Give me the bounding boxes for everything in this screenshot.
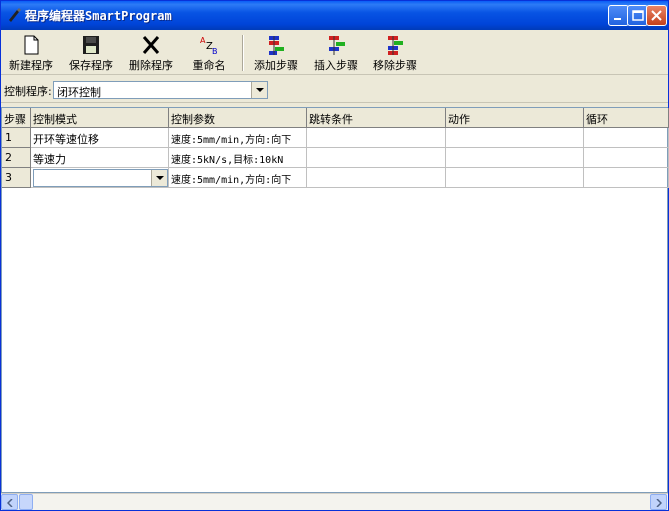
table-cell-mode[interactable]: 开环等速位移	[31, 128, 169, 148]
app-window: 程序编程器SmartProgram 新建程序 保存程序 删除程序 A Z B 重…	[0, 0, 669, 511]
rename-label: 重命名	[192, 59, 226, 72]
new-program-button[interactable]: 新建程序	[7, 34, 55, 74]
mode-select[interactable]	[33, 169, 168, 187]
program-select-dropdown-button[interactable]	[251, 82, 267, 98]
close-button[interactable]	[646, 5, 667, 26]
arrow-right-icon	[656, 499, 662, 507]
save-program-label: 保存程序	[69, 59, 113, 72]
delete-program-button[interactable]: 删除程序	[127, 34, 175, 74]
toolbar-separator	[242, 35, 244, 71]
maximize-icon	[632, 10, 644, 21]
table-cell-action[interactable]	[446, 168, 584, 188]
delete-x-icon	[142, 36, 160, 54]
save-program-button[interactable]: 保存程序	[67, 34, 115, 74]
column-header-loop[interactable]: 循环	[584, 108, 669, 128]
remove-step-label: 移除步骤	[373, 59, 417, 72]
table-cell-params[interactable]: 速度:5mm/min,方向:向下	[169, 168, 307, 188]
title-bar[interactable]: 程序编程器SmartProgram	[1, 1, 668, 30]
insert-step-icon	[329, 36, 345, 55]
delete-program-label: 删除程序	[129, 59, 173, 72]
program-label: 控制程序:	[4, 85, 52, 98]
add-step-icon	[269, 36, 284, 55]
row-header[interactable]: 3	[2, 168, 31, 188]
toolbar: 新建程序 保存程序 删除程序 A Z B 重命名 添加步骤 插入步骤 移除步骤	[1, 30, 668, 75]
table-cell-params[interactable]: 速度:5mm/min,方向:向下	[169, 128, 307, 148]
app-icon	[9, 8, 21, 22]
mode-select-dropdown-button[interactable]	[151, 170, 167, 186]
table-cell-params[interactable]: 速度:5kN/s,目标:10kN	[169, 148, 307, 168]
add-step-button[interactable]: 添加步骤	[252, 34, 300, 74]
maximize-button[interactable]	[627, 5, 648, 26]
arrow-left-icon	[7, 499, 13, 507]
table-cell-action[interactable]	[446, 148, 584, 168]
window-title: 程序编程器SmartProgram	[25, 9, 172, 23]
table-cell-loop[interactable]	[584, 128, 669, 148]
steps-grid[interactable]: 步骤 控制模式 控制参数 跳转条件 动作 循环 1 开环等速位移 速度:5mm/…	[1, 107, 669, 493]
close-icon	[651, 10, 662, 21]
table-cell-action[interactable]	[446, 128, 584, 148]
add-step-label: 添加步骤	[254, 59, 298, 72]
sort-az-icon: A Z B	[200, 36, 218, 56]
table-cell-jump[interactable]	[307, 128, 446, 148]
new-program-label: 新建程序	[9, 59, 53, 72]
table-cell-mode[interactable]: 等速力	[31, 148, 169, 168]
table-cell-jump[interactable]	[307, 168, 446, 188]
scroll-left-button[interactable]	[1, 494, 18, 510]
chevron-down-icon	[156, 176, 164, 180]
remove-step-icon	[388, 36, 403, 55]
table-cell-loop[interactable]	[584, 168, 669, 188]
program-selector-row: 控制程序: 闭环控制	[1, 77, 668, 103]
remove-step-button[interactable]: 移除步骤	[371, 34, 419, 74]
minimize-icon	[614, 18, 621, 20]
insert-step-button[interactable]: 插入步骤	[312, 34, 360, 74]
program-select[interactable]: 闭环控制	[53, 81, 268, 99]
new-document-icon	[24, 35, 39, 55]
program-select-value: 闭环控制	[57, 86, 101, 99]
svg-text:B: B	[212, 47, 218, 56]
insert-step-label: 插入步骤	[314, 59, 358, 72]
scrollbar-thumb[interactable]	[19, 494, 33, 510]
row-header[interactable]: 1	[2, 128, 31, 148]
save-disk-icon	[83, 36, 99, 54]
table-cell-jump[interactable]	[307, 148, 446, 168]
chevron-down-icon	[256, 88, 264, 92]
minimize-button[interactable]	[608, 5, 629, 26]
column-header-action[interactable]: 动作	[446, 108, 584, 128]
column-header-params[interactable]: 控制参数	[169, 108, 307, 128]
rename-button[interactable]: A Z B 重命名	[189, 34, 229, 74]
column-header-mode[interactable]: 控制模式	[31, 108, 169, 128]
row-header[interactable]: 2	[2, 148, 31, 168]
column-header-jump[interactable]: 跳转条件	[307, 108, 446, 128]
table-cell-loop[interactable]	[584, 148, 669, 168]
scroll-right-button[interactable]	[650, 494, 667, 510]
column-header-step[interactable]: 步骤	[2, 108, 31, 128]
horizontal-scrollbar[interactable]	[1, 493, 668, 510]
